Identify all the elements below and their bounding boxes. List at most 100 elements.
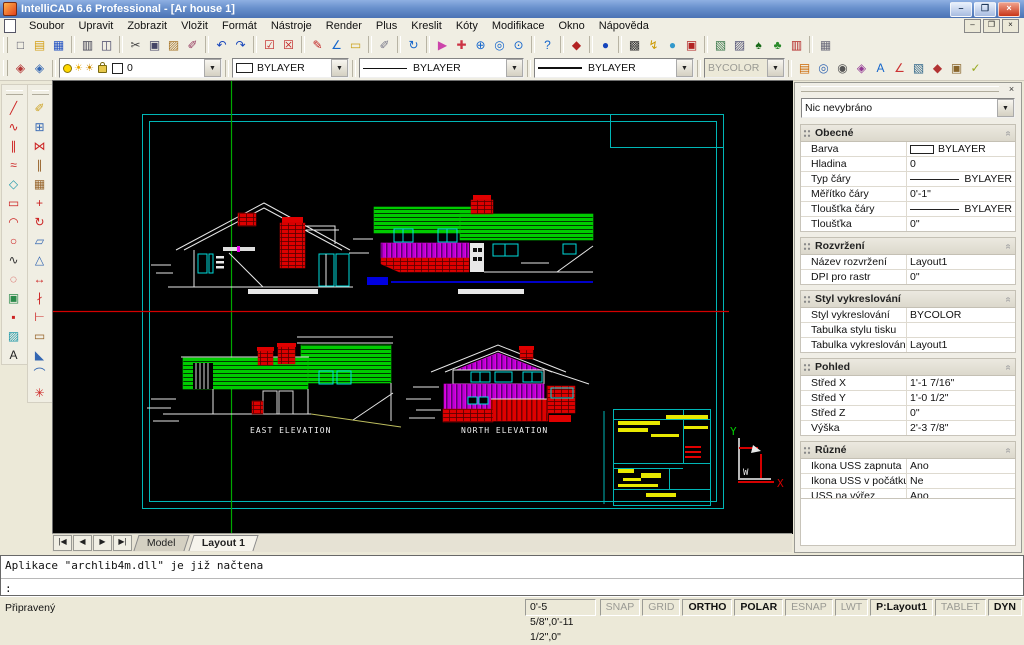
property-value[interactable]: Ano bbox=[907, 459, 1015, 473]
array-button[interactable]: ▦ bbox=[28, 174, 51, 193]
erase-button[interactable]: ✐ bbox=[375, 35, 394, 54]
property-value[interactable]: 0" bbox=[907, 406, 1015, 420]
break-button[interactable]: ▭ bbox=[28, 326, 51, 345]
color-combo[interactable]: BYLAYER ▼ bbox=[232, 58, 349, 78]
copy-button[interactable]: ▣ bbox=[145, 35, 164, 54]
insert-block-button[interactable]: ▣ bbox=[2, 288, 25, 307]
tab-layout-1[interactable]: Layout 1 bbox=[188, 535, 258, 551]
property-value[interactable]: 0 bbox=[907, 157, 1015, 171]
collapse-chevron-icon[interactable]: » bbox=[1003, 243, 1014, 249]
coordinates-display[interactable]: 0'-5 5/8",0'-11 1/2",0" bbox=[525, 599, 596, 616]
open-button[interactable]: ▤ bbox=[30, 35, 49, 54]
property-value[interactable]: 0" bbox=[907, 270, 1015, 284]
tree-button[interactable]: ♠ bbox=[749, 35, 768, 54]
property-value[interactable] bbox=[907, 323, 1015, 337]
construction-line-button[interactable]: ∥ bbox=[2, 136, 25, 155]
panel-close-icon[interactable]: × bbox=[1005, 84, 1018, 95]
render-lights-button[interactable]: ↯ bbox=[644, 35, 663, 54]
chamfer-button[interactable]: ◣ bbox=[28, 345, 51, 364]
scale-button[interactable]: ▱ bbox=[28, 231, 51, 250]
design-center-button[interactable]: ✚ bbox=[452, 35, 471, 54]
stretch-button[interactable]: △ bbox=[28, 250, 51, 269]
tab-nav-button-0[interactable]: |◀ bbox=[53, 535, 72, 551]
toolbar-grip[interactable] bbox=[3, 60, 8, 76]
explore-linetypes-button[interactable]: ◈ bbox=[852, 59, 871, 78]
coordinate-tools-button[interactable]: ∠ bbox=[890, 59, 909, 78]
panel-grip[interactable] bbox=[801, 86, 999, 92]
mirror-button[interactable]: ⋈ bbox=[28, 136, 51, 155]
menu-item-form-t[interactable]: Formát bbox=[215, 20, 264, 32]
property-value[interactable]: Ne bbox=[907, 474, 1015, 488]
explore-blocks-button[interactable]: ◉ bbox=[833, 59, 852, 78]
landscape-button[interactable]: ♣ bbox=[768, 35, 787, 54]
image-adjust-button[interactable]: ▨ bbox=[730, 35, 749, 54]
hatch-button[interactable]: ▨ bbox=[2, 326, 25, 345]
help-button[interactable]: ? bbox=[538, 35, 557, 54]
property-value[interactable]: BYLAYER bbox=[907, 202, 1015, 216]
menu-item-vlo-it[interactable]: Vložit bbox=[174, 20, 215, 32]
undo-button[interactable]: ↶ bbox=[212, 35, 231, 54]
zoom-in-button[interactable]: ⊕ bbox=[471, 35, 490, 54]
tab-nav-button-2[interactable]: ▶ bbox=[93, 535, 112, 551]
toggle-snap[interactable]: SNAP bbox=[600, 599, 641, 616]
section-header-2[interactable]: Styl vykreslování» bbox=[800, 290, 1016, 308]
named-views-button[interactable]: ◎ bbox=[814, 59, 833, 78]
mdi-minimize-button[interactable]: – bbox=[964, 19, 981, 33]
toggle-lwt[interactable]: LWT bbox=[835, 599, 868, 616]
section-header-3[interactable]: Pohled» bbox=[800, 358, 1016, 376]
property-value[interactable]: 0'-1" bbox=[907, 187, 1015, 201]
menu-item-soubor[interactable]: Soubor bbox=[22, 20, 71, 32]
property-value[interactable]: 1'-1 7/16" bbox=[907, 376, 1015, 390]
cut-button[interactable]: ✂ bbox=[126, 35, 145, 54]
render-camera-button[interactable]: ▣ bbox=[682, 35, 701, 54]
section-header-4[interactable]: Různé» bbox=[800, 441, 1016, 459]
ellipse-button[interactable]: ◌ bbox=[2, 269, 25, 288]
mdi-close-button[interactable]: × bbox=[1002, 19, 1019, 33]
lineweight-combo[interactable]: BYLAYER ▼ bbox=[534, 58, 694, 78]
trim-button[interactable]: ∤ bbox=[28, 288, 51, 307]
property-value[interactable]: 1'-0 1/2" bbox=[907, 391, 1015, 405]
mdi-restore-button[interactable]: ❐ bbox=[983, 19, 1000, 33]
circle-button[interactable]: ○ bbox=[2, 231, 25, 250]
new-button[interactable]: □ bbox=[11, 35, 30, 54]
render-settings-button[interactable]: ◆ bbox=[928, 59, 947, 78]
match-properties-button[interactable]: ✐ bbox=[183, 35, 202, 54]
print-button[interactable]: ▥ bbox=[78, 35, 97, 54]
toolbar-grip[interactable] bbox=[6, 90, 23, 95]
regen-button[interactable]: ↻ bbox=[404, 35, 423, 54]
offset-button[interactable]: ∥ bbox=[28, 155, 51, 174]
render-prefs-button[interactable]: ▥ bbox=[787, 35, 806, 54]
fillet-button[interactable]: ⌒ bbox=[28, 364, 51, 383]
restore-button[interactable]: ❐ bbox=[974, 2, 996, 17]
toggle-dyn[interactable]: DYN bbox=[988, 599, 1022, 616]
render-sphere-button[interactable]: ● bbox=[663, 35, 682, 54]
rotate-button[interactable]: ↻ bbox=[28, 212, 51, 231]
menu-item-k-ty[interactable]: Kóty bbox=[449, 20, 485, 32]
property-value[interactable]: Layout1 bbox=[907, 338, 1015, 352]
menu-item-n-stroje[interactable]: Nástroje bbox=[264, 20, 319, 32]
drawing-canvas[interactable]: .cy{stroke:#00b6b6;fill:none;stroke-widt… bbox=[52, 80, 793, 534]
draw-order-back-button[interactable]: ◈ bbox=[30, 59, 49, 78]
polyline-button[interactable]: ∿ bbox=[2, 117, 25, 136]
sketch-button[interactable]: ≈ bbox=[2, 155, 25, 174]
render-scene-button[interactable]: ▩ bbox=[625, 35, 644, 54]
explore-layouts-button[interactable]: ▧ bbox=[909, 59, 928, 78]
extend-button[interactable]: ⊢ bbox=[28, 307, 51, 326]
zoom-previous-button[interactable]: ⊙ bbox=[509, 35, 528, 54]
property-value[interactable]: BYCOLOR bbox=[907, 308, 1015, 322]
redo-button[interactable]: ↷ bbox=[231, 35, 250, 54]
text-find-button[interactable]: A bbox=[871, 59, 890, 78]
lengthen-button[interactable]: ↔ bbox=[28, 269, 51, 288]
line-button[interactable]: ╱ bbox=[2, 98, 25, 117]
toggle-p-layout1[interactable]: P:Layout1 bbox=[870, 599, 933, 616]
section-header-1[interactable]: Rozvržení» bbox=[800, 237, 1016, 255]
collapse-chevron-icon[interactable]: » bbox=[1003, 447, 1014, 453]
measure-button[interactable]: ▭ bbox=[346, 35, 365, 54]
section-header-0[interactable]: Obecné» bbox=[800, 124, 1016, 142]
property-value[interactable]: 0" bbox=[907, 217, 1015, 231]
selection-combo-arrow[interactable]: ▼ bbox=[997, 99, 1014, 117]
polygon-button[interactable]: ◇ bbox=[2, 174, 25, 193]
delete-button[interactable]: ✐ bbox=[28, 98, 51, 117]
paste-button[interactable]: ▨ bbox=[164, 35, 183, 54]
toolbar-grip[interactable] bbox=[3, 37, 8, 53]
